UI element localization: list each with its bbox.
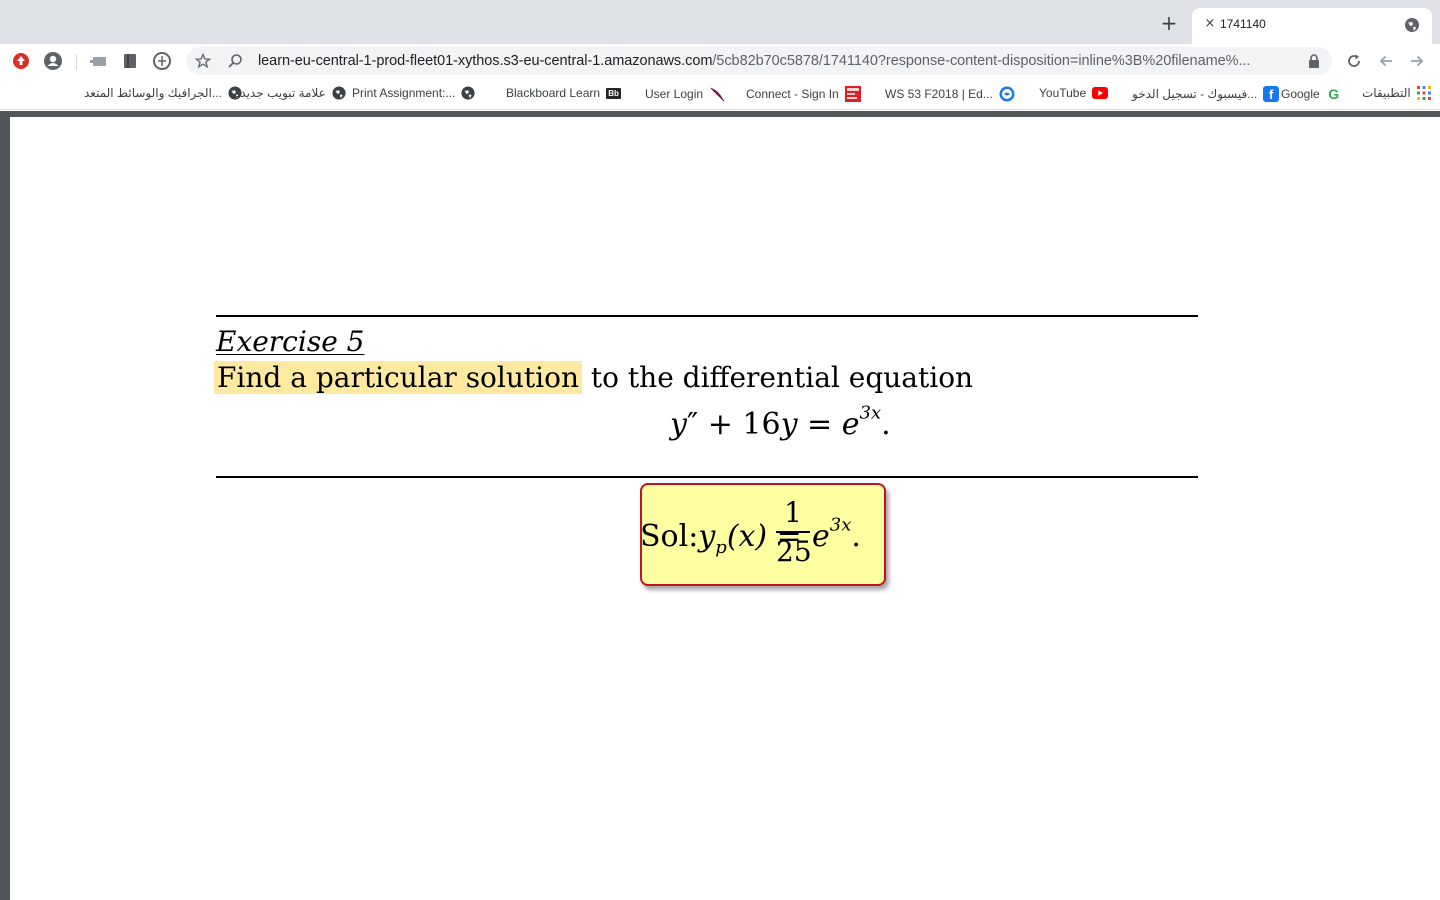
bookmark-label: Google	[1281, 87, 1320, 101]
reading-list-icon[interactable]	[119, 50, 141, 72]
globe-icon	[332, 86, 346, 100]
bookmark-label: Print Assignment:...	[352, 86, 456, 100]
translate-icon[interactable]	[151, 50, 173, 72]
eq-end: .	[881, 407, 891, 442]
bookmark-graphics-media[interactable]: الجرافيك والوسائط المتعد...	[84, 86, 242, 100]
pdf-viewer[interactable]: Exercise 5 Find a particular solution to…	[0, 111, 1440, 900]
sol-y: y	[698, 519, 716, 554]
fraction-numerator: 1	[784, 496, 802, 529]
bookmark-label: الجرافيك والوسائط المتعد...	[84, 86, 222, 100]
eq-exponent: 3x	[859, 402, 882, 424]
pdf-page: Exercise 5 Find a particular solution to…	[10, 117, 1440, 900]
new-tab-button[interactable]: +	[1158, 12, 1180, 34]
bottom-rule	[216, 476, 1198, 478]
sol-exponent: 3x	[829, 514, 852, 536]
profile-icon[interactable]	[42, 50, 64, 72]
youtube-icon	[1092, 87, 1109, 99]
tab-title: 1741140	[1220, 17, 1266, 31]
reload-icon[interactable]	[1343, 50, 1365, 72]
solution-exponential: e3x.	[812, 516, 861, 554]
tab-strip: + × 1741140	[0, 0, 1440, 44]
bookmark-label: Blackboard Learn	[506, 86, 601, 100]
globe-icon	[461, 86, 475, 100]
solution-fraction: 1 25	[776, 496, 812, 568]
eq-y: y	[670, 407, 687, 442]
forward-icon[interactable]	[1406, 50, 1428, 72]
differential-equation: y″ + 16y = e3x.	[670, 404, 891, 442]
url-path: /5cb82b70c5878/1741140?response-content-…	[712, 53, 1251, 69]
feather-icon	[710, 87, 725, 102]
zoom-icon[interactable]	[224, 50, 246, 72]
fraction-bar	[776, 531, 810, 533]
bookmark-apps[interactable]: التطبيقات	[1362, 86, 1431, 100]
bookmark-new-tab[interactable]: علامة تبويب جديدة	[234, 86, 346, 100]
bookmark-label: YouTube	[1039, 86, 1087, 100]
google-icon: G	[1328, 86, 1340, 102]
apps-icon	[1416, 86, 1431, 100]
sol-base: e	[812, 519, 830, 554]
blackboard-icon: Bb	[606, 87, 622, 99]
bookmark-label: فيسبوك - تسجيل الدخو...	[1132, 87, 1258, 101]
bookmark-label: التطبيقات	[1362, 86, 1411, 100]
prompt-rest: to the differential equation	[582, 361, 974, 394]
bookmark-label: علامة تبويب جديدة	[234, 86, 326, 100]
bookmark-ws53-f2018[interactable]: WS 53 F2018 | Ed...	[885, 86, 1015, 102]
bookmark-blackboard-learn[interactable]: Blackboard Learn Bb	[506, 86, 622, 100]
bookmark-label: Connect - Sign In	[746, 87, 839, 101]
browser-toolbar: learn-eu-central-1-prod-fleet01-xythos.s…	[0, 44, 1440, 78]
update-icon[interactable]	[10, 50, 32, 72]
url-text: learn-eu-central-1-prod-fleet01-xythos.s…	[258, 53, 1250, 69]
connect-icon	[844, 86, 861, 102]
eq-y2: y	[780, 407, 798, 442]
sol-prefix: Sol:	[640, 519, 699, 554]
bookmark-label: User Login	[645, 87, 704, 101]
bookmark-print-assignment[interactable]: Print Assignment:...	[352, 86, 475, 100]
bookmark-facebook[interactable]: فيسبوك - تسجيل الدخو... f	[1132, 86, 1280, 102]
highlighted-text: Find a particular solution	[214, 361, 583, 394]
address-bar[interactable]: learn-eu-central-1-prod-fleet01-xythos.s…	[186, 47, 1332, 75]
url-host: learn-eu-central-1-prod-fleet01-xythos.s…	[258, 53, 713, 69]
sol-subscript: p	[715, 537, 727, 558]
bookmark-youtube[interactable]: YouTube	[1039, 86, 1109, 100]
star-icon[interactable]	[192, 50, 214, 72]
sol-arg: (x)	[726, 519, 768, 554]
edpuzzle-icon	[999, 86, 1015, 102]
lock-icon[interactable]	[1308, 54, 1320, 68]
eq-prime: ″	[686, 407, 699, 442]
exercise-prompt: Find a particular solution to the differ…	[214, 361, 973, 394]
bookmark-label: WS 53 F2018 | Ed...	[885, 87, 993, 101]
fraction-denominator: 25	[776, 535, 812, 568]
bookmarks-bar: الجرافيك والوسائط المتعد... علامة تبويب …	[0, 78, 1440, 110]
globe-icon	[1405, 18, 1419, 32]
bookmark-user-login[interactable]: User Login	[645, 86, 725, 102]
facebook-icon: f	[1263, 86, 1280, 102]
solution-box: Sol:yp(x) = 1 25 e3x.	[640, 483, 886, 586]
sol-end: .	[851, 519, 861, 554]
extension-icon[interactable]	[88, 50, 110, 72]
eq-middle: + 16	[698, 407, 781, 442]
eq-equals: =	[797, 407, 842, 442]
exercise-title: Exercise 5	[216, 325, 365, 358]
active-tab[interactable]: × 1741140	[1192, 8, 1432, 44]
tab-close-icon[interactable]: ×	[1202, 16, 1218, 32]
back-icon[interactable]	[1375, 50, 1397, 72]
top-rule	[216, 315, 1198, 317]
bookmark-google[interactable]: Google G	[1281, 86, 1342, 102]
eq-base: e	[841, 407, 860, 442]
bookmark-connect-sign-in[interactable]: Connect - Sign In	[746, 86, 861, 102]
